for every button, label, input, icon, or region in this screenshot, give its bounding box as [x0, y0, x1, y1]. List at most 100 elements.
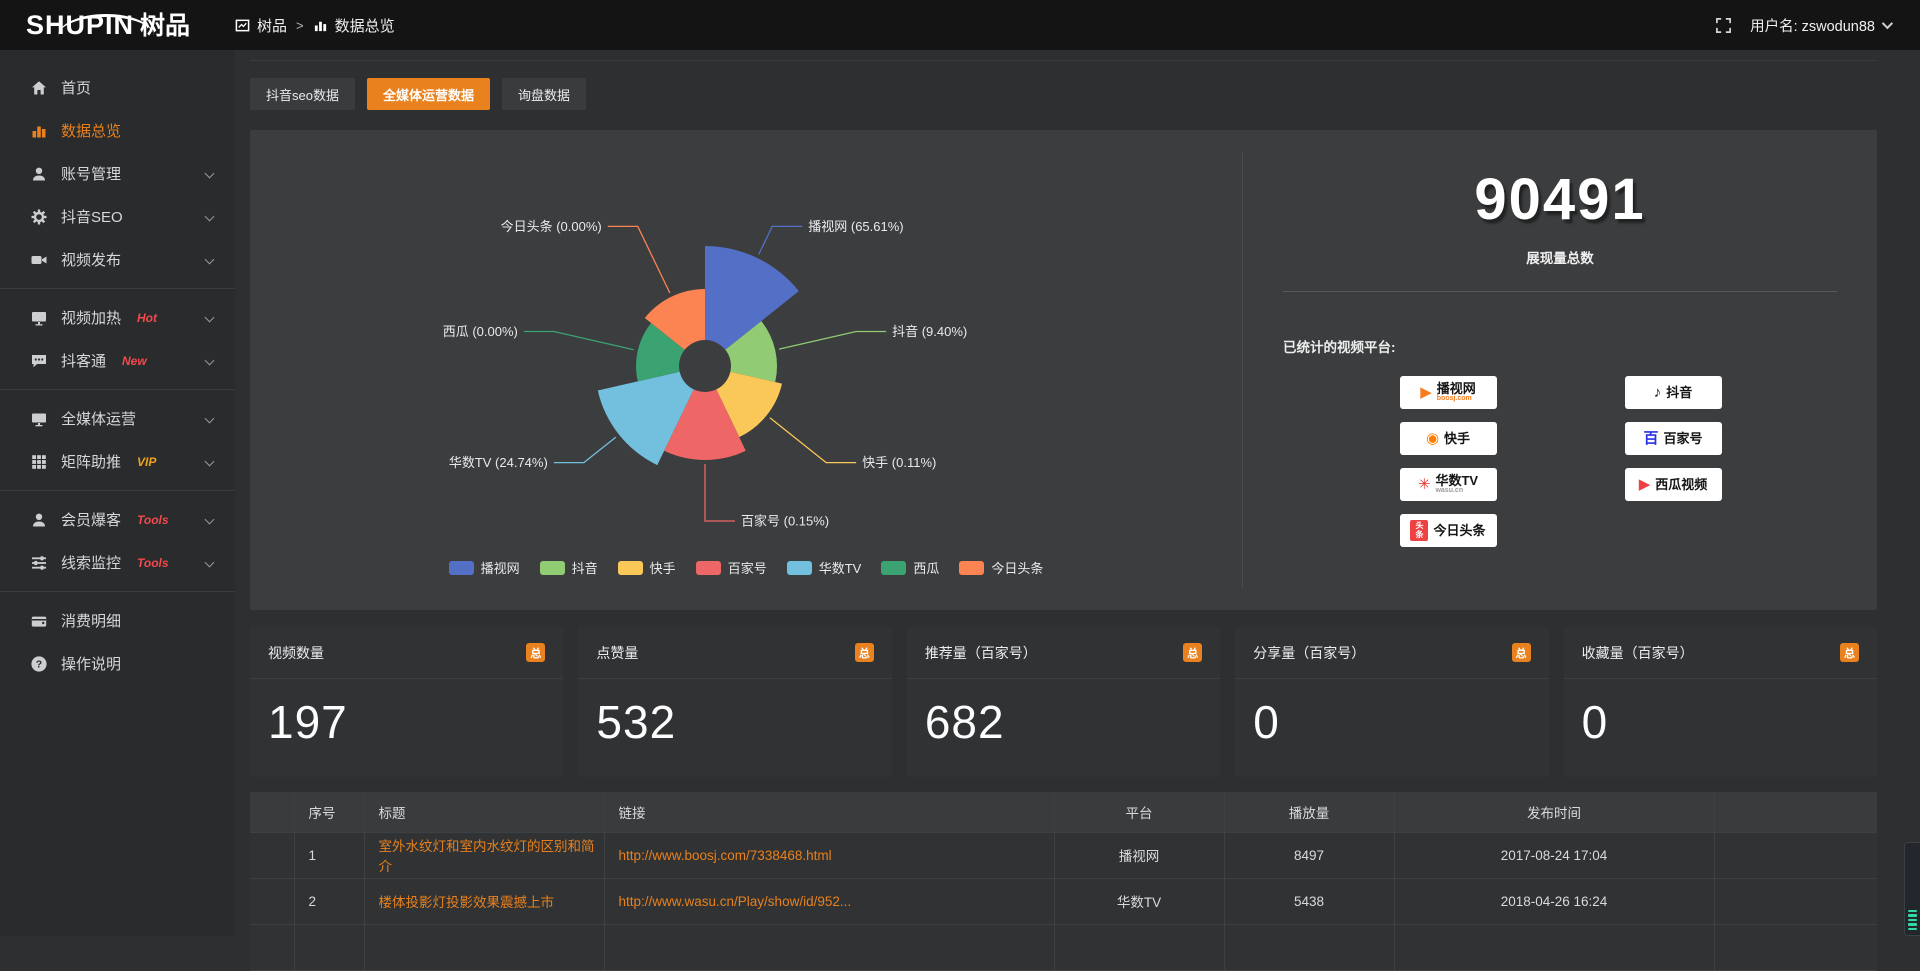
cell-empty	[1714, 924, 1877, 970]
stat-card-label: 点赞量	[596, 643, 638, 663]
stat-card-value: 682	[907, 679, 1220, 749]
chevron-down-icon	[205, 558, 215, 568]
platform-name: 百家号	[1664, 432, 1703, 446]
video-url-link[interactable]: http://www.boosj.com/7338468.html	[619, 848, 832, 863]
pie-label-line-今日头条	[608, 226, 670, 293]
pie-label-line-快手	[770, 418, 856, 463]
total-badge: 总	[1183, 643, 1202, 662]
data-tabs: 抖音seo数据全媒体运营数据询盘数据	[250, 78, 1877, 110]
platform-logo-icon: ▶	[1639, 477, 1651, 492]
stat-card-label: 分享量（百家号）	[1253, 643, 1365, 663]
sidebar-item-全媒体运营[interactable]: 全媒体运营	[0, 397, 235, 440]
sidebar-item-消费明细[interactable]: 消费明细	[0, 599, 235, 642]
platform-logo-icon: 头条	[1410, 520, 1428, 542]
sidebar-item-账号管理[interactable]: 账号管理	[0, 152, 235, 195]
cell-time: 2017-08-24 17:04	[1394, 832, 1714, 878]
breadcrumb-root[interactable]: 树品	[257, 15, 287, 36]
platform-badge-播视网: ▶播视网boosj.com	[1400, 376, 1497, 409]
stat-card-value: 0	[1235, 679, 1548, 749]
widget-stripe	[1908, 914, 1917, 917]
column-header-序号: 序号	[294, 792, 364, 832]
platform-badge-快手: ◉快手	[1400, 422, 1497, 455]
legend-item-播视网[interactable]: 播视网	[449, 558, 520, 577]
username[interactable]: 用户名: zswodun88	[1750, 15, 1890, 36]
sidebar-item-badge: Hot	[137, 311, 157, 325]
column-header-播放量: 播放量	[1224, 792, 1394, 832]
tab-抖音seo数据[interactable]: 抖音seo数据	[250, 78, 355, 110]
table-row: 2楼体投影灯投影效果震撼上市http://www.wasu.cn/Play/sh…	[250, 878, 1877, 924]
fullscreen-icon[interactable]	[1715, 17, 1732, 34]
floating-widget[interactable]	[1904, 842, 1920, 936]
sidebar-item-label: 视频加热	[61, 307, 121, 328]
svg-text:?: ?	[36, 658, 42, 670]
sidebar-menu: 首页数据总览账号管理抖音SEO 视频发布视频加热 Hot 抖客通New 全媒体运营矩阵助…	[0, 66, 235, 685]
legend-item-西瓜[interactable]: 西瓜	[881, 558, 939, 577]
total-badge: 总	[1840, 643, 1859, 662]
column-header-empty	[1714, 792, 1877, 832]
video-icon	[30, 251, 48, 269]
sidebar-item-操作说明[interactable]: ?操作说明	[0, 642, 235, 685]
impressions-total: 90491	[1243, 166, 1877, 233]
chevron-down-icon	[205, 457, 215, 467]
sidebar-item-会员爆客[interactable]: 会员爆客Tools	[0, 498, 235, 541]
sidebar-item-badge: Tools	[137, 513, 169, 527]
sidebar-item-线索监控[interactable]: 线索监控Tools	[0, 541, 235, 584]
cell-empty	[1714, 878, 1877, 924]
platform-logo-icon: ✳	[1418, 477, 1431, 492]
platform-badge-抖音: ♪抖音	[1625, 376, 1722, 409]
legend-swatch	[959, 561, 984, 575]
cell-plays	[1224, 924, 1394, 970]
widget-stripe	[1908, 919, 1917, 922]
cell-link: http://www.wasu.cn/Play/show/id/952...	[604, 878, 1054, 924]
sidebar-item-label: 抖客通	[61, 350, 106, 371]
chevron-down-icon	[205, 313, 215, 323]
tab-全媒体运营数据[interactable]: 全媒体运营数据	[367, 78, 490, 110]
sidebar-item-抖客通[interactable]: 抖客通New	[0, 339, 235, 382]
legend-label: 快手	[650, 558, 676, 577]
cell-platform	[1054, 924, 1224, 970]
sidebar-item-视频加热[interactable]: 视频加热 Hot	[0, 296, 235, 339]
header-divider	[250, 60, 1877, 61]
cell-time	[1394, 924, 1714, 970]
stat-card-value: 532	[578, 679, 891, 749]
cell-empty	[1714, 832, 1877, 878]
video-table-section: 序号标题链接平台播放量发布时间1室外水纹灯和室内水纹灯的区别和简介http://…	[250, 792, 1877, 971]
stat-card-value: 197	[250, 679, 563, 749]
cell-title: 楼体投影灯投影效果震撼上市	[364, 878, 604, 924]
pie-label-百家号: 百家号 (0.15%)	[741, 514, 829, 529]
bar-chart-icon	[30, 122, 48, 140]
video-title-link[interactable]: 楼体投影灯投影效果震撼上市	[379, 895, 555, 910]
widget-stripe	[1908, 910, 1917, 913]
sidebar-item-数据总览[interactable]: 数据总览	[0, 109, 235, 152]
sidebar-item-矩阵助推[interactable]: 矩阵助推VIP	[0, 440, 235, 483]
sidebar-item-视频发布[interactable]: 视频发布	[0, 238, 235, 281]
legend-item-抖音[interactable]: 抖音	[540, 558, 598, 577]
widget-stripe	[1908, 923, 1917, 926]
platform-sub: wasu.cn	[1435, 487, 1478, 495]
person-icon	[30, 511, 48, 529]
chevron-down-icon	[205, 169, 215, 179]
legend-item-百家号[interactable]: 百家号	[696, 558, 767, 577]
legend-item-今日头条[interactable]: 今日头条	[959, 558, 1043, 577]
legend-label: 西瓜	[913, 558, 939, 577]
platform-logo-icon: ◉	[1426, 431, 1439, 446]
sidebar-item-首页[interactable]: 首页	[0, 66, 235, 109]
column-header-链接: 链接	[604, 792, 1054, 832]
monitor-icon	[30, 309, 48, 327]
cell-no	[294, 924, 364, 970]
platform-logo-icon: ♪	[1654, 385, 1662, 400]
pie-label-抖音: 抖音 (9.40%)	[892, 324, 967, 339]
sidebar-item-抖音SEO[interactable]: 抖音SEO	[0, 195, 235, 238]
stat-card-推荐量（百家号）: 推荐量（百家号）总682	[907, 627, 1220, 777]
legend-item-华数TV[interactable]: 华数TV	[787, 558, 862, 577]
chevron-down-icon	[205, 212, 215, 222]
tab-询盘数据[interactable]: 询盘数据	[502, 78, 586, 110]
stat-card-header: 收藏量（百家号） 总	[1564, 627, 1877, 679]
video-title-link[interactable]: 室外水纹灯和室内水纹灯的区别和简介	[379, 839, 595, 874]
legend-item-快手[interactable]: 快手	[618, 558, 676, 577]
sidebar-item-label: 视频发布	[61, 249, 121, 270]
column-header-平台: 平台	[1054, 792, 1224, 832]
stat-card-label: 收藏量（百家号）	[1582, 643, 1694, 663]
cell-platform: 华数TV	[1054, 878, 1224, 924]
video-url-link[interactable]: http://www.wasu.cn/Play/show/id/952...	[619, 894, 852, 909]
